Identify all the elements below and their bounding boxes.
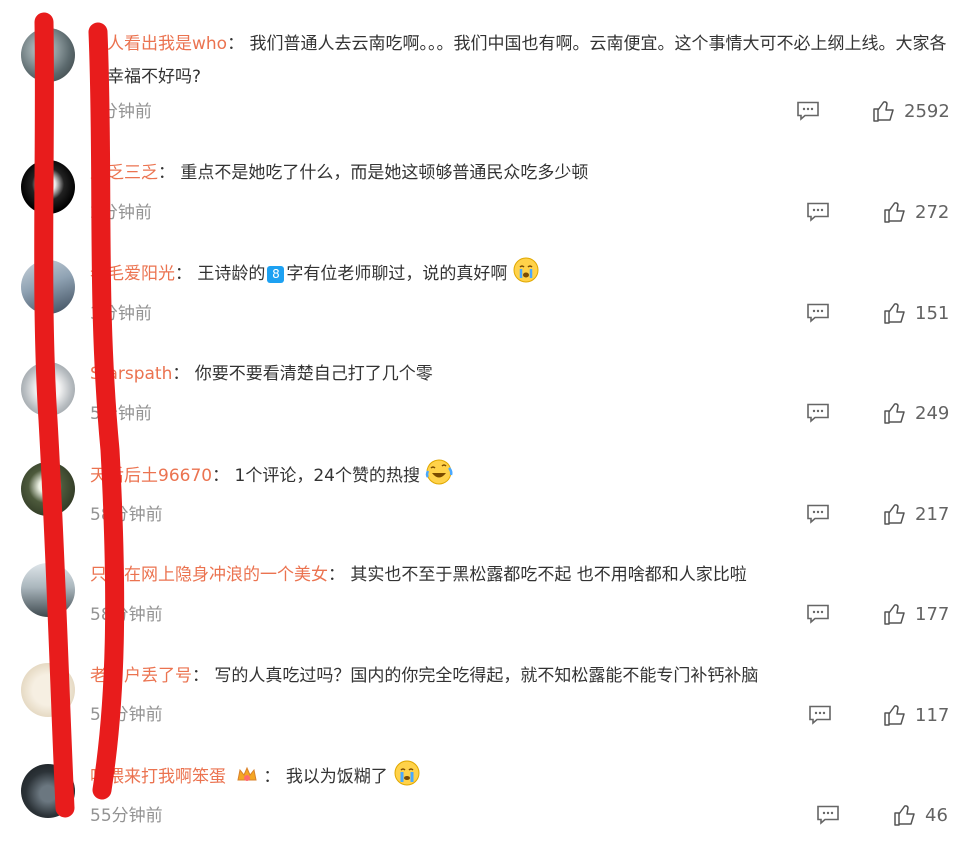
avatar[interactable] bbox=[21, 462, 75, 516]
like-count: 46 bbox=[925, 804, 948, 826]
comment-time: 5分钟前 bbox=[90, 404, 152, 424]
like-button[interactable]: 117 bbox=[883, 703, 949, 727]
comment-username[interactable]: 王乏三乏 bbox=[90, 163, 158, 183]
like-count: 117 bbox=[915, 704, 950, 726]
comment-time: 55分钟前 bbox=[90, 806, 163, 826]
comment-icon[interactable] bbox=[806, 403, 830, 423]
crying-emoji-icon bbox=[394, 760, 420, 786]
crown-badge-icon bbox=[237, 766, 258, 781]
comment-username[interactable]: 只想在网上隐身冲浪的一个美女 bbox=[90, 565, 328, 585]
avatar[interactable] bbox=[21, 28, 75, 82]
comment-time: 58分钟前 bbox=[90, 505, 163, 525]
comment-username[interactable]: 老毛爱阳光 bbox=[90, 264, 175, 284]
comment-icon[interactable] bbox=[806, 604, 830, 624]
thumbs-up-icon bbox=[884, 604, 905, 625]
thumbs-up-icon bbox=[884, 504, 905, 525]
comment-time: 3分钟前 bbox=[90, 304, 152, 324]
comment-icon[interactable] bbox=[806, 202, 830, 222]
like-button[interactable]: 151 bbox=[883, 301, 949, 325]
crying-emoji-icon bbox=[513, 257, 539, 283]
comment-username[interactable]: 老用户丢了号 bbox=[90, 666, 192, 686]
avatar[interactable] bbox=[21, 563, 75, 617]
like-button[interactable]: 46 bbox=[893, 803, 948, 827]
comment-body: 老毛爱阳光： 王诗龄的 8 字有位老师聊过，说的真好啊 bbox=[90, 257, 956, 291]
comment-body: Starspath： 你要不要看清楚自己打了几个零 bbox=[90, 364, 433, 384]
comment-body: 王乏三乏： 重点不是她吃了什么，而是她这顿够普通民众吃多少顿 bbox=[90, 163, 589, 183]
comment-icon[interactable] bbox=[806, 303, 830, 323]
comment-username[interactable]: 天后后土96670 bbox=[90, 466, 212, 486]
comment-time: 58分钟前 bbox=[90, 605, 163, 625]
comment-time: 5分钟前 bbox=[90, 102, 152, 122]
thumbs-up-icon bbox=[884, 202, 905, 223]
comment-body: 喂喂来打我啊笨蛋 ： 我以为饭糊了 bbox=[90, 760, 956, 794]
thumbs-up-icon bbox=[884, 403, 905, 424]
laughing-crying-emoji-icon bbox=[426, 459, 453, 485]
comment-text: 1个评论，24个赞的热搜 bbox=[234, 466, 420, 486]
comment-body: 让人看出我是who： 我们普通人去云南吃啊。。。我们中国也有啊。云南便宜。这个事… bbox=[90, 34, 947, 87]
like-button[interactable]: 217 bbox=[883, 502, 949, 526]
comment-body: 只想在网上隐身冲浪的一个美女： 其实也不至于黑松露都吃不起 也不用啥都和人家比啦 bbox=[90, 565, 747, 585]
number-badge: 8 bbox=[267, 266, 285, 283]
like-count: 272 bbox=[915, 201, 950, 223]
comment-body: 老用户丢了号： 写的人真吃过吗？国内的你完全吃得起，就不知松露能不能专门补钙补脑 bbox=[90, 666, 759, 686]
comment-text: 我以为饭糊了 bbox=[285, 767, 388, 787]
comment-username[interactable]: 让人看出我是who bbox=[90, 34, 227, 54]
like-button[interactable]: 177 bbox=[883, 602, 949, 626]
avatar[interactable] bbox=[21, 362, 75, 416]
comment-icon[interactable] bbox=[816, 805, 840, 825]
comment-username[interactable]: 喂喂来打我啊笨蛋 bbox=[90, 767, 226, 787]
comment-time: 56分钟前 bbox=[90, 705, 163, 725]
like-button[interactable]: 249 bbox=[883, 401, 949, 425]
avatar[interactable] bbox=[21, 764, 75, 818]
comment-icon[interactable] bbox=[796, 101, 820, 121]
like-count: 177 bbox=[915, 603, 950, 625]
like-count: 249 bbox=[915, 402, 950, 424]
comment-text: 字有位老师聊过，说的真好啊 bbox=[286, 264, 508, 284]
comment-text: 其实也不至于黑松露都吃不起 也不用啥都和人家比啦 bbox=[350, 565, 747, 585]
comment-text: 写的人真吃过吗？国内的你完全吃得起，就不知松露能不能专门补钙补脑 bbox=[214, 666, 759, 686]
avatar[interactable] bbox=[21, 663, 75, 717]
thumbs-up-icon bbox=[894, 805, 915, 826]
thumbs-up-icon bbox=[884, 303, 905, 324]
like-button[interactable]: 272 bbox=[883, 200, 949, 224]
comment-text: 你要不要看清楚自己打了几个零 bbox=[194, 364, 433, 384]
comment-icon[interactable] bbox=[808, 705, 832, 725]
like-button[interactable]: 2592 bbox=[872, 99, 950, 123]
comment-username[interactable]: Starspath bbox=[90, 364, 172, 384]
like-count: 151 bbox=[915, 302, 950, 324]
comment-text: 王诗龄的 bbox=[197, 264, 266, 284]
thumbs-up-icon bbox=[873, 101, 894, 122]
comment-time: 2分钟前 bbox=[90, 203, 152, 223]
avatar[interactable] bbox=[21, 160, 75, 214]
comment-body: 天后后土96670： 1个评论，24个赞的热搜 bbox=[90, 459, 956, 493]
comment-text: 重点不是她吃了什么，而是她这顿够普通民众吃多少顿 bbox=[180, 163, 589, 183]
comment-icon[interactable] bbox=[806, 504, 830, 524]
thumbs-up-icon bbox=[884, 705, 905, 726]
like-count: 2592 bbox=[904, 100, 950, 122]
avatar[interactable] bbox=[21, 260, 75, 314]
like-count: 217 bbox=[915, 503, 950, 525]
